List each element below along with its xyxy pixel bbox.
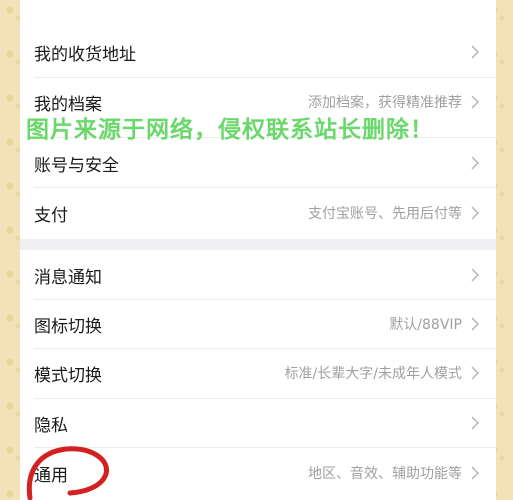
chevron-right-icon: [468, 155, 482, 171]
row-label: 支付: [34, 205, 68, 226]
settings-row-payment[interactable]: 支付 支付宝账号、先用后付等: [20, 188, 496, 238]
chevron-right-icon: [468, 316, 482, 332]
settings-row-general[interactable]: 通用 地区、音效、辅助功能等: [20, 448, 496, 498]
settings-screen: 我的收货地址 我的档案 添加档案，获得精准推荐 账号与安全 支付 支付宝账号、先…: [20, 0, 496, 500]
watermark-text: 图片来源于网络，侵权联系站长删除！: [26, 117, 434, 143]
row-label: 隐私: [34, 415, 68, 436]
row-label: 我的收货地址: [34, 44, 136, 65]
settings-row-icon-switch[interactable]: 图标切换 默认/88VIP: [20, 299, 496, 349]
chevron-right-icon: [468, 205, 482, 221]
chevron-right-icon: [468, 267, 482, 283]
chevron-right-icon: [468, 44, 482, 60]
row-value: 地区、音效、辅助功能等: [308, 466, 462, 482]
row-value: 支付宝账号、先用后付等: [308, 206, 462, 222]
row-label: 账号与安全: [34, 155, 119, 176]
row-value: 标准/长辈大字/未成年人模式: [284, 366, 462, 382]
chevron-right-icon: [468, 94, 482, 110]
chevron-right-icon: [468, 365, 482, 381]
settings-row-mode-switch[interactable]: 模式切换 标准/长辈大字/未成年人模式: [20, 348, 496, 398]
settings-row-privacy[interactable]: 隐私: [20, 398, 496, 448]
settings-row-notifications[interactable]: 消息通知: [20, 250, 496, 300]
row-label: 消息通知: [34, 267, 102, 288]
row-value: 默认/88VIP: [389, 317, 462, 333]
chevron-right-icon: [468, 465, 482, 481]
settings-group-general: 消息通知 图标切换 默认/88VIP 模式切换 标准/长辈大字/未成年人模式 隐…: [20, 250, 496, 500]
row-label: 通用: [34, 465, 68, 486]
settings-row-account-security[interactable]: 账号与安全: [20, 138, 496, 188]
settings-row-address[interactable]: 我的收货地址: [20, 27, 496, 77]
row-label: 图标切换: [34, 316, 102, 337]
row-label: 模式切换: [34, 365, 102, 386]
chevron-right-icon: [468, 415, 482, 431]
row-value: 添加档案，获得精准推荐: [308, 95, 462, 111]
